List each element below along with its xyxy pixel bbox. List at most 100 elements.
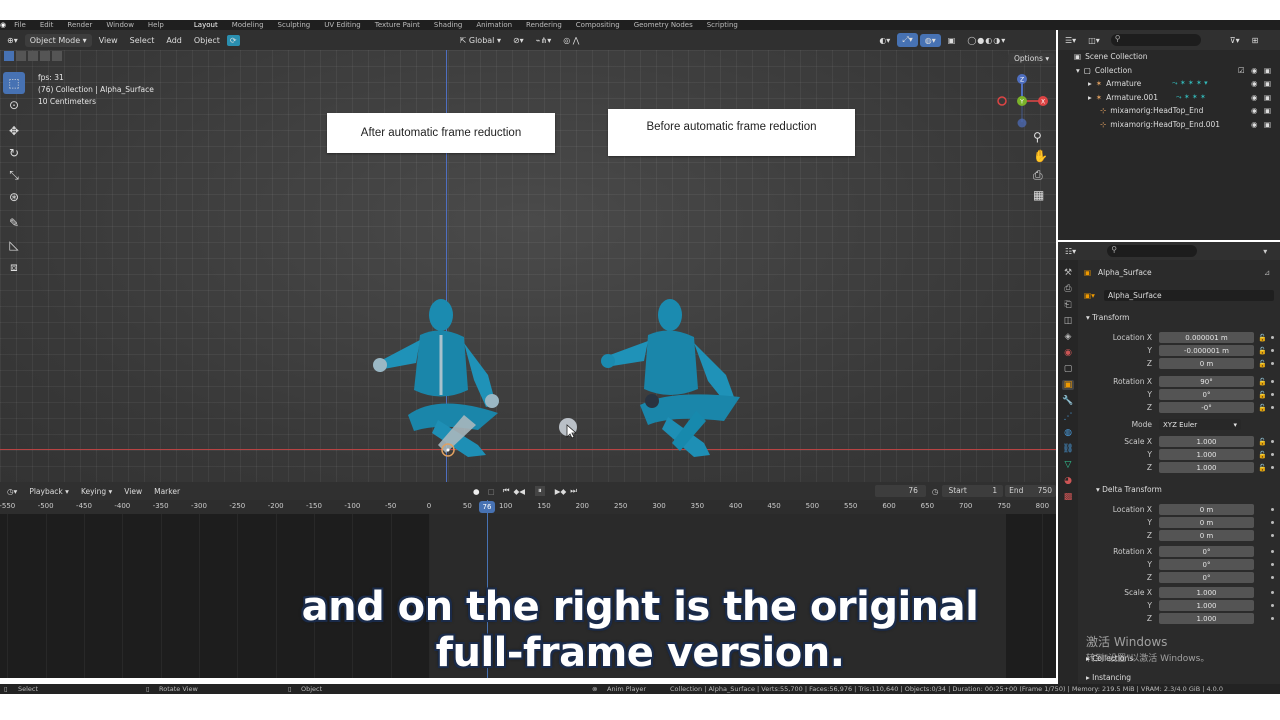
eye-icon[interactable]: ◉	[1251, 120, 1258, 129]
rotation-z-field[interactable]: -0°	[1159, 402, 1254, 413]
location-z-field[interactable]: 0 m	[1159, 358, 1254, 369]
camera-render-icon[interactable]: ▣	[1264, 120, 1271, 129]
add-cube-icon[interactable]: ⧈	[3, 256, 25, 278]
outliner-row-scene[interactable]: ▣ Scene Collection	[1058, 50, 1280, 64]
properties-search-input[interactable]: ⚲	[1107, 245, 1198, 257]
select-subtract-icon[interactable]	[28, 51, 38, 61]
world-tab-icon[interactable]: ◉	[1064, 348, 1072, 358]
location-y-field[interactable]: -0.000001 m	[1159, 345, 1254, 356]
menu-help[interactable]: Help	[148, 21, 164, 29]
preview-range-icon[interactable]: ◷	[932, 487, 939, 496]
visibility-icon[interactable]: ◐▾	[874, 34, 895, 47]
robot-figure-right[interactable]	[600, 297, 750, 462]
pin-icon[interactable]: ⊿	[1264, 268, 1270, 277]
lock-icon[interactable]: 🔓	[1258, 347, 1267, 355]
delta-transform-section-header[interactable]: ▾ Delta Transform	[1096, 485, 1162, 494]
workspace-tab-layout[interactable]: Layout	[194, 21, 218, 29]
menu-view[interactable]: View	[94, 34, 123, 47]
robot-figure-left[interactable]	[368, 295, 518, 460]
scene-tab-icon[interactable]: ◈	[1065, 332, 1072, 342]
annotate-icon[interactable]: ✎	[3, 212, 25, 234]
select-new-icon[interactable]	[4, 51, 14, 61]
keyframe-dot-icon[interactable]	[1271, 576, 1274, 579]
outliner-editor-icon[interactable]: ☰▾	[1060, 34, 1081, 47]
record-options-icon[interactable]: ▢	[488, 487, 495, 496]
eye-icon[interactable]: ◉	[1251, 93, 1258, 102]
scale-z-field[interactable]: 1.000	[1159, 462, 1254, 473]
move-icon[interactable]: ✥	[3, 120, 25, 142]
select-intersect-icon[interactable]	[52, 51, 62, 61]
keyframe-dot-icon[interactable]	[1271, 534, 1274, 537]
keyframe-dot-icon[interactable]	[1271, 466, 1274, 469]
proportional-edit-icon[interactable]: ◎ ⋀	[558, 34, 584, 47]
jump-start-icon[interactable]: ⏮	[503, 486, 510, 496]
gizmo-toggle-icon[interactable]: ⤢▾	[897, 33, 918, 47]
eye-icon[interactable]: ◉	[1251, 106, 1258, 115]
menu-playback[interactable]: Playback ▾	[24, 485, 74, 498]
render-tab-icon[interactable]: ⎙	[1064, 284, 1071, 294]
keyframe-dot-icon[interactable]	[1271, 453, 1274, 456]
location-x-field[interactable]: 0.000001 m	[1159, 332, 1254, 343]
shading-modes-icon[interactable]: ◯●◐◑▾	[962, 34, 1011, 47]
modifier-tab-icon[interactable]: 🔧	[1062, 396, 1073, 406]
workspace-tab-geometry-nodes[interactable]: Geometry Nodes	[634, 21, 693, 29]
keyframe-dot-icon[interactable]	[1271, 349, 1274, 352]
outliner-search-input[interactable]: ⚲	[1110, 34, 1201, 46]
camera-render-icon[interactable]: ▣	[1264, 66, 1271, 75]
delta-rotation-x-field[interactable]: 0°	[1159, 546, 1254, 557]
keyframe-dot-icon[interactable]	[1271, 521, 1274, 524]
lock-icon[interactable]: 🔓	[1258, 404, 1267, 412]
3d-viewport[interactable]: fps: 31 (76) Collection | Alpha_Surface …	[0, 50, 1056, 482]
workspace-tab-rendering[interactable]: Rendering	[526, 21, 562, 29]
navigation-gizmo[interactable]: Z X Y	[994, 72, 1050, 130]
outliner-row-armature[interactable]: ▸ ✶ Armature ⤳ ✶ ✶ ✶ ▾ ◉ ▣	[1058, 77, 1280, 91]
delta-location-y-field[interactable]: 0 m	[1159, 517, 1254, 528]
snap-icon[interactable]: ⌁⋔▾	[531, 34, 557, 47]
lock-icon[interactable]: 🔓	[1258, 378, 1267, 386]
workspace-tab-modeling[interactable]: Modeling	[232, 21, 264, 29]
display-mode-icon[interactable]: ◫▾	[1083, 34, 1105, 47]
delta-location-z-field[interactable]: 0 m	[1159, 530, 1254, 541]
keyframe-dot-icon[interactable]	[1271, 406, 1274, 409]
keyframe-dot-icon[interactable]	[1271, 550, 1274, 553]
grid-icon[interactable]: ▦	[1033, 188, 1048, 202]
record-icon[interactable]: ●	[473, 487, 480, 496]
menu-object[interactable]: Object	[189, 34, 225, 47]
object-mode-dropdown[interactable]: Object Mode ▾	[24, 33, 92, 47]
measure-icon[interactable]: ◺	[3, 234, 25, 256]
menu-marker[interactable]: Marker	[149, 485, 185, 498]
rotate-icon[interactable]: ↻	[3, 142, 25, 164]
delta-location-x-field[interactable]: 0 m	[1159, 504, 1254, 515]
new-collection-icon[interactable]: ⊞	[1247, 34, 1264, 47]
workspace-tab-uv-editing[interactable]: UV Editing	[324, 21, 361, 29]
outliner-row-collection[interactable]: ▾ ▢ Collection ☑ ◉ ▣	[1058, 64, 1280, 78]
properties-editor-icon[interactable]: ☷▾	[1060, 245, 1081, 258]
camera-render-icon[interactable]: ▣	[1264, 93, 1271, 102]
camera-render-icon[interactable]: ▣	[1264, 106, 1271, 115]
timeline-editor-icon[interactable]: ◷▾	[2, 485, 22, 498]
keyframe-dot-icon[interactable]	[1271, 563, 1274, 566]
view-layer-tab-icon[interactable]: ◫	[1064, 316, 1073, 326]
current-frame-field[interactable]: 76	[875, 485, 926, 497]
scale-y-field[interactable]: 1.000	[1159, 449, 1254, 460]
output-tab-icon[interactable]: ⎗	[1064, 300, 1071, 310]
workspace-tab-animation[interactable]: Animation	[476, 21, 512, 29]
expand-arrow-icon[interactable]: ▸	[1088, 93, 1092, 102]
lock-icon[interactable]: 🔓	[1258, 464, 1267, 472]
camera-icon[interactable]: ⎙	[1033, 168, 1048, 183]
menu-view[interactable]: View	[119, 485, 147, 498]
properties-options-icon[interactable]: ▾	[1263, 247, 1267, 256]
jump-keyframe-back-icon[interactable]: ◆◀	[513, 487, 525, 496]
keyframe-dot-icon[interactable]	[1271, 336, 1274, 339]
overlay-toggle-icon[interactable]: ◍▾	[919, 33, 941, 47]
constraints-tab-icon[interactable]: ⛓	[1062, 444, 1073, 454]
jump-end-icon[interactable]: ⏭	[570, 486, 577, 496]
pan-hand-icon[interactable]: ✋	[1033, 149, 1048, 163]
cursor-icon[interactable]: ⊙	[3, 94, 25, 116]
workspace-tab-compositing[interactable]: Compositing	[576, 21, 620, 29]
workspace-tab-shading[interactable]: Shading	[434, 21, 462, 29]
eye-icon[interactable]: ◉	[1251, 66, 1258, 75]
texture-tab-icon[interactable]: ▩	[1064, 492, 1073, 502]
menu-file[interactable]: File	[14, 21, 26, 29]
delta-rotation-z-field[interactable]: 0°	[1159, 572, 1254, 583]
